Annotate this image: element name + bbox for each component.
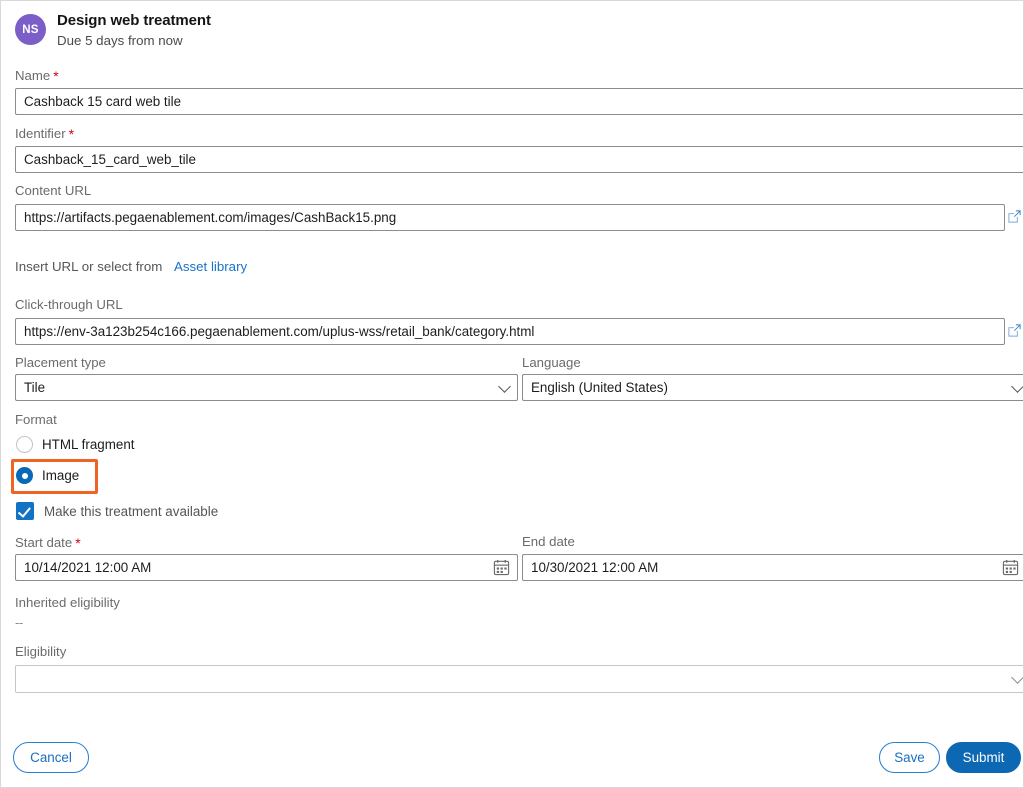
start-date-label: Start date * — [15, 534, 81, 551]
asset-library-link[interactable]: Asset library — [174, 259, 247, 274]
identifier-label-text: Identifier — [15, 126, 66, 141]
required-asterisk: * — [68, 126, 75, 142]
external-link-icon[interactable] — [1007, 323, 1022, 338]
end-date-input[interactable] — [522, 554, 1023, 581]
chevron-down-icon — [1011, 379, 1023, 393]
name-label: Name * — [15, 67, 59, 84]
content-url-label-text: Content URL — [15, 183, 92, 198]
design-web-treatment-dialog: NS Design web treatment Due 5 days from … — [0, 0, 1024, 788]
content-url-input[interactable] — [15, 204, 1005, 231]
click-through-url-label-text: Click-through URL — [15, 297, 123, 312]
checkbox-checked[interactable] — [16, 502, 34, 520]
required-asterisk: * — [53, 68, 59, 84]
placement-type-value: Tile — [24, 380, 46, 395]
chevron-down-icon — [498, 379, 511, 393]
inherited-eligibility-label-text: Inherited eligibility — [15, 595, 120, 610]
click-through-url-label: Click-through URL — [15, 297, 123, 312]
make-treatment-available-label: Make this treatment available — [44, 503, 219, 519]
language-value: English (United States) — [531, 380, 668, 395]
cancel-button[interactable]: Cancel — [13, 742, 89, 773]
placement-type-select[interactable]: Tile — [15, 374, 518, 401]
due-date-text: Due 5 days from now — [57, 32, 183, 48]
chevron-down-icon — [1011, 671, 1023, 684]
radio-image-label: Image — [42, 468, 80, 483]
click-through-url-input[interactable] — [15, 318, 1005, 345]
eligibility-label: Eligibility — [15, 644, 66, 659]
avatar: NS — [15, 14, 46, 45]
format-label: Format — [15, 412, 57, 427]
language-select[interactable]: English (United States) — [522, 374, 1023, 401]
format-label-text: Format — [15, 412, 57, 427]
content-url-label: Content URL — [15, 183, 91, 198]
external-link-icon[interactable] — [1007, 209, 1022, 224]
dialog-header: NS Design web treatment Due 5 days from … — [15, 12, 211, 49]
save-button[interactable]: Save — [879, 742, 940, 773]
asset-hint-text: Insert URL or select from — [15, 259, 163, 274]
eligibility-select[interactable] — [15, 665, 1023, 693]
radio-button-checked[interactable] — [16, 467, 33, 484]
end-date-label-text: End date — [522, 534, 575, 549]
make-treatment-available-checkbox-row[interactable]: Make this treatment available — [16, 502, 218, 520]
required-asterisk: * — [75, 535, 81, 551]
language-label-text: Language — [522, 355, 581, 370]
placement-type-label: Placement type — [15, 355, 106, 370]
identifier-label: Identifier * — [15, 125, 75, 142]
radio-html-fragment-label: HTML fragment — [42, 437, 135, 452]
name-label-text: Name — [15, 68, 51, 83]
end-date-label: End date — [522, 534, 575, 549]
language-label: Language — [522, 355, 581, 370]
eligibility-label-text: Eligibility — [15, 644, 67, 659]
submit-button[interactable]: Submit — [946, 742, 1021, 773]
calendar-icon[interactable] — [493, 559, 510, 576]
radio-button-unchecked[interactable] — [16, 436, 33, 453]
start-date-label-text: Start date — [15, 535, 73, 550]
inherited-eligibility-label: Inherited eligibility — [15, 595, 120, 610]
radio-image[interactable]: Image — [16, 467, 79, 484]
calendar-icon[interactable] — [1002, 559, 1019, 576]
identifier-input[interactable] — [15, 146, 1023, 173]
asset-library-hint: Insert URL or select from Asset library — [15, 259, 247, 274]
name-input[interactable] — [15, 88, 1023, 115]
start-date-input[interactable] — [15, 554, 518, 581]
radio-html-fragment[interactable]: HTML fragment — [16, 436, 135, 453]
page-title: Design web treatment — [57, 12, 211, 29]
inherited-eligibility-value: -- — [15, 615, 23, 630]
placement-type-label-text: Placement type — [15, 355, 106, 370]
header-text-block: Design web treatment Due 5 days from now — [57, 12, 211, 49]
